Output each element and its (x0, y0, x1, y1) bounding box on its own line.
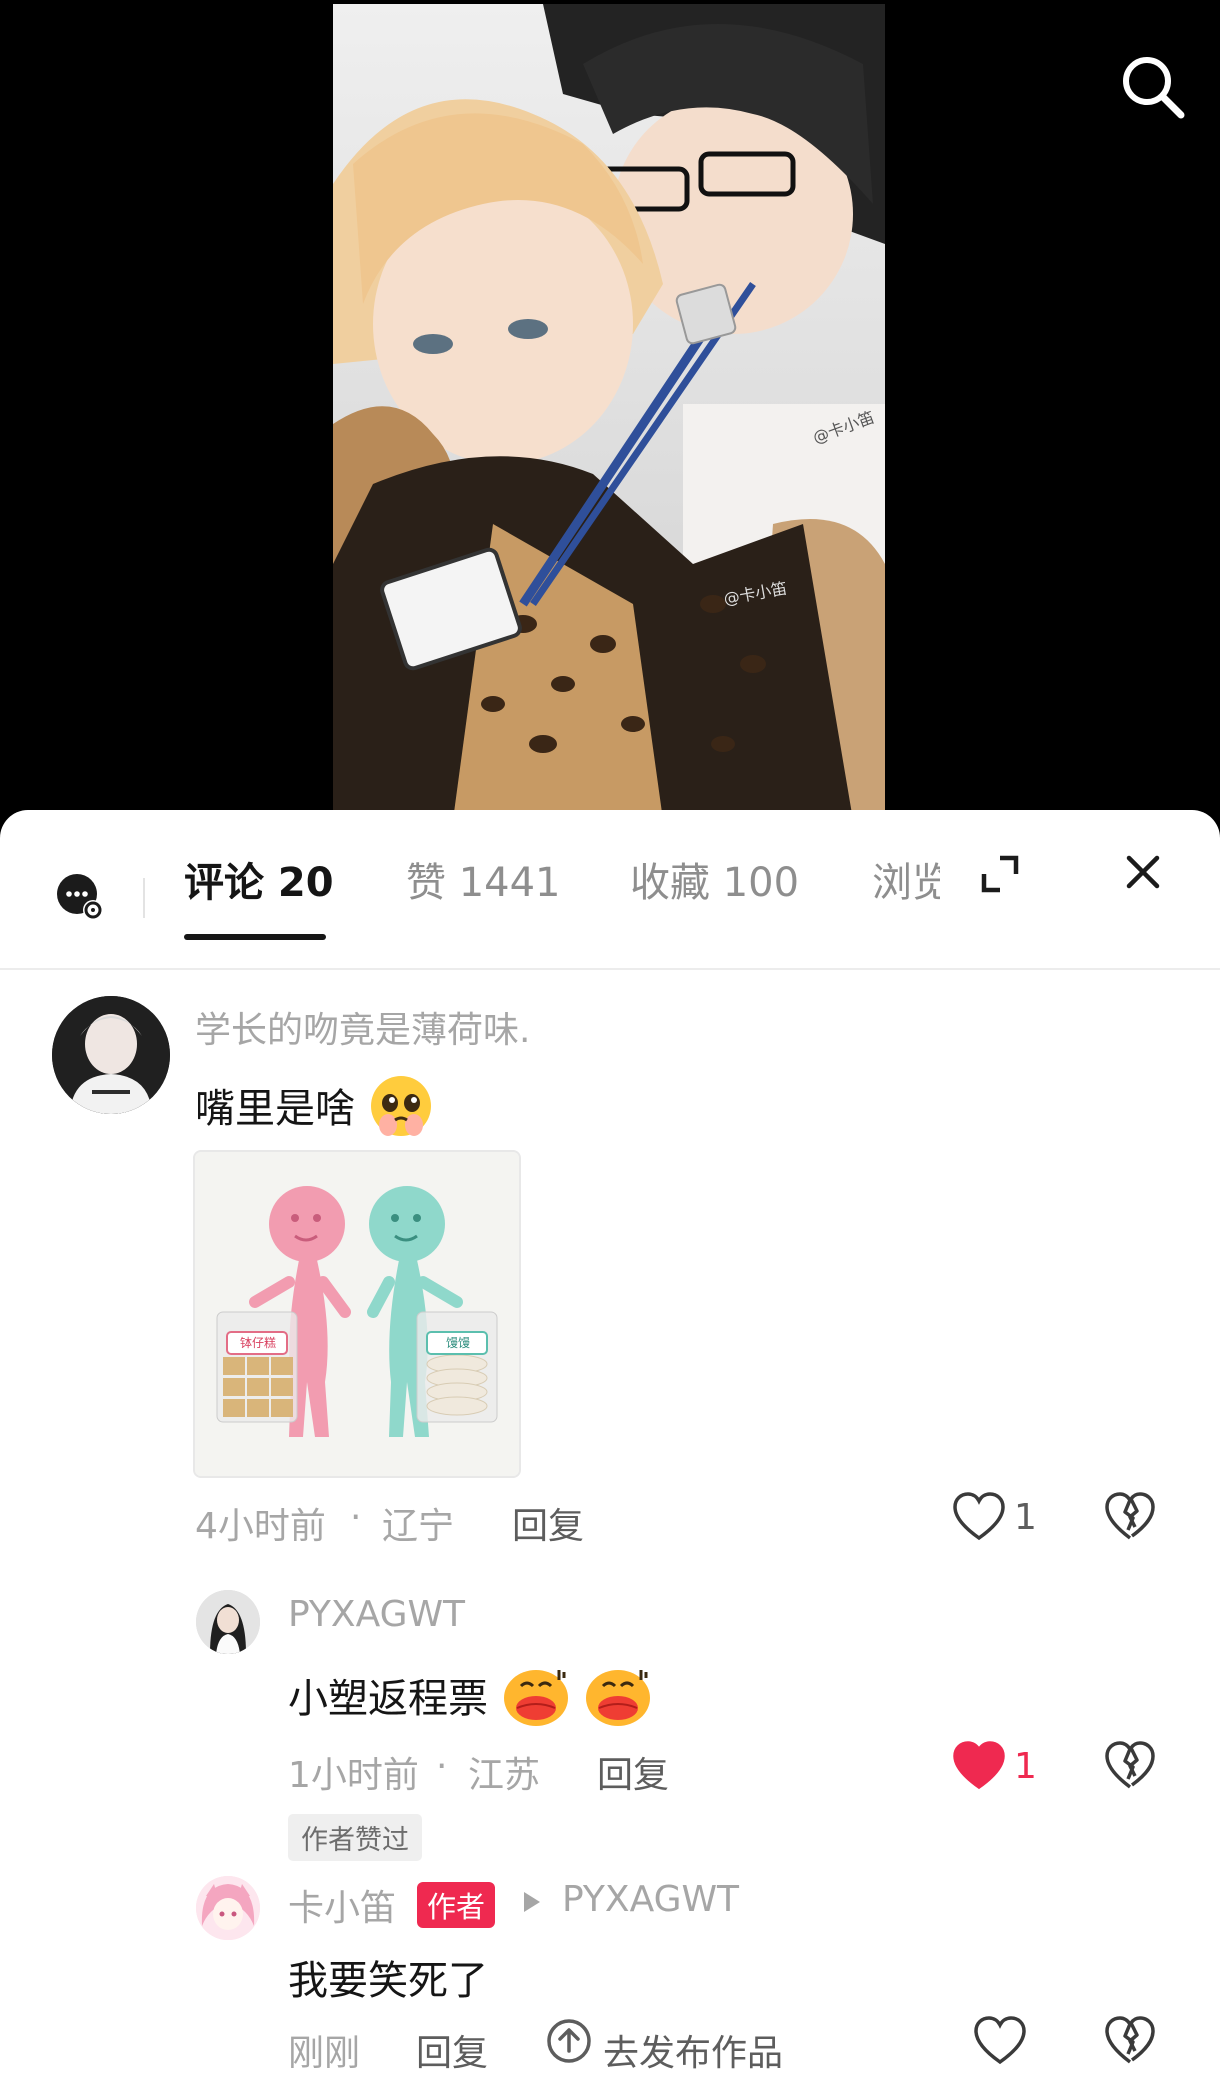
dislike-icon[interactable] (1104, 1492, 1156, 1542)
like-count: 1 (1014, 1746, 1037, 1787)
image-label: 钵仔糕 (239, 1336, 276, 1350)
reply-button[interactable]: 回复 (512, 1497, 584, 1549)
reply-button[interactable]: 回复 (416, 2024, 488, 2076)
comment-username[interactable]: 卡小笛 (288, 1879, 396, 1931)
comment-text-content: 小塑返程票 (288, 1676, 488, 1722)
tab-likes[interactable]: 赞 1441 (406, 850, 561, 908)
dislike-icon[interactable] (1104, 1741, 1156, 1791)
dislike-icon[interactable] (1104, 2016, 1156, 2066)
post-media[interactable]: @卡小笛 @卡小笛 (0, 0, 1220, 820)
comment-username[interactable]: 学长的吻竟是薄荷味. (195, 1001, 530, 1053)
chat-settings-icon[interactable] (55, 872, 105, 922)
comment-time: 4小时前 (195, 1506, 326, 1547)
tabs-scroll: 评论 20 赞 1441 收藏 100 浏览 (160, 810, 940, 968)
reply-button[interactable]: 回复 (597, 1746, 669, 1798)
tab-views[interactable]: 浏览 (872, 850, 940, 908)
kiss-face-emoji-icon (501, 1664, 571, 1738)
comment-text: 小塑返程票 (288, 1664, 653, 1738)
author-liked-tag: 作者赞过 (288, 1814, 422, 1861)
comment-username[interactable]: PYXAGWT (288, 1594, 465, 1635)
comment-time: 刚刚 (288, 2033, 361, 2074)
reply-to-username[interactable]: PYXAGWT (562, 1879, 739, 1920)
comment-text: 嘴里是啥 (195, 1073, 434, 1149)
comment-text-content: 嘴里是啥 (195, 1086, 355, 1132)
close-icon[interactable] (1123, 852, 1163, 892)
heart-icon[interactable] (973, 2016, 1027, 2066)
upload-circle-icon[interactable] (546, 2018, 592, 2064)
meta-separator: · (436, 1746, 448, 1787)
search-icon[interactable] (1118, 52, 1188, 122)
active-tab-indicator (184, 934, 326, 940)
comment-location: 辽宁 (382, 1506, 455, 1547)
expand-icon[interactable] (978, 852, 1022, 896)
heart-filled-icon[interactable] (952, 1741, 1006, 1791)
author-badge: 作者 (417, 1882, 496, 1928)
like-count: 1 (1014, 1497, 1037, 1538)
reply-arrow-icon (522, 1890, 542, 1914)
comment-image[interactable]: 钵仔糕 馒馒 (193, 1150, 521, 1478)
illustration-art (333, 4, 885, 820)
post-illustration[interactable]: @卡小笛 @卡小笛 (333, 4, 885, 820)
comment-location: 江苏 (468, 1755, 541, 1796)
kiss-face-emoji-icon (583, 1664, 653, 1738)
avatar[interactable] (196, 1590, 260, 1654)
heart-icon[interactable] (952, 1492, 1006, 1542)
tab-bar: 评论 20 赞 1441 收藏 100 浏览 (0, 810, 1220, 970)
publish-work-button[interactable]: 去发布作品 (603, 2024, 783, 2076)
tab-comments[interactable]: 评论 20 (184, 850, 334, 908)
comment-time: 1小时前 (288, 1755, 419, 1796)
meta-separator: · (350, 1497, 362, 1538)
tab-favorites[interactable]: 收藏 100 (630, 850, 799, 908)
avatar[interactable] (196, 1876, 260, 1940)
pleading-emoji-icon (368, 1073, 434, 1149)
avatar[interactable] (52, 996, 170, 1114)
image-label: 馒馒 (445, 1336, 470, 1350)
divider (143, 878, 145, 918)
comment-text: 我要笑死了 (288, 1958, 488, 2004)
